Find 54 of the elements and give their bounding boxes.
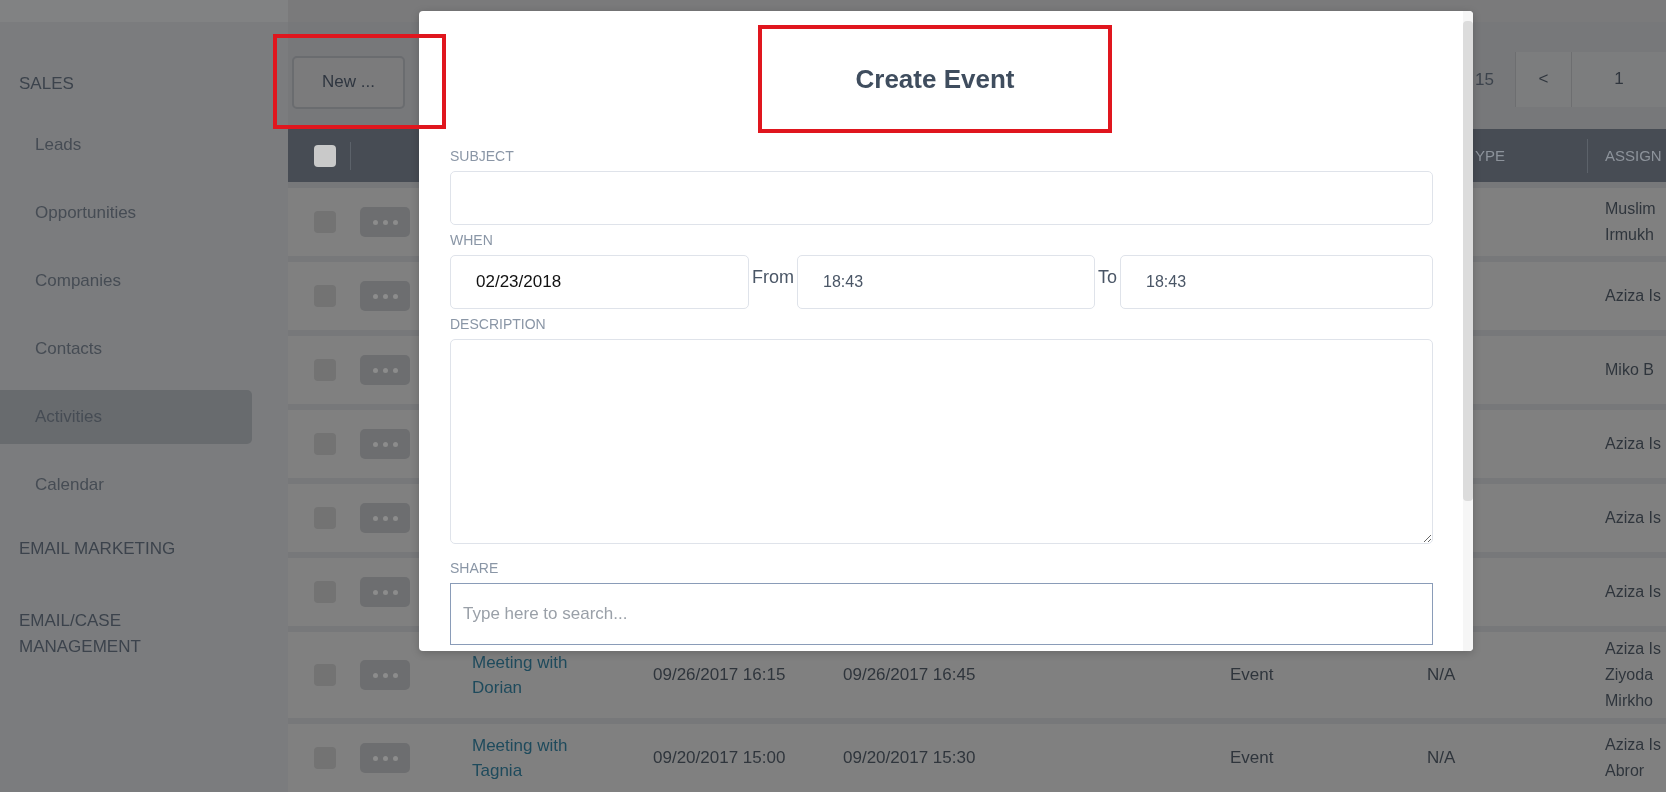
more-button[interactable] [360,281,410,311]
more-button[interactable] [360,355,410,385]
share-search-field[interactable]: Type here to search... [450,583,1433,645]
section-title[interactable]: EMAIL/CASE MANAGEMENT [19,608,209,660]
assignee-name: Aziza Is [1605,286,1662,306]
field-label: SHARE [450,559,500,578]
date-field[interactable]: 02/23/2018 [450,255,749,309]
section-title[interactable]: EMAIL MARKETING [19,536,209,562]
column-header[interactable]: YPE [1475,147,1587,165]
select-all-checkbox[interactable] [314,144,336,167]
subject-link[interactable]: Meeting with Tagnia [472,733,597,783]
page-count: 15 [1475,68,1495,91]
more-button[interactable] [360,743,410,773]
more-button[interactable] [360,577,410,607]
more-button[interactable] [360,660,410,690]
table-cell: 09/20/2017 15:00 [653,748,786,767]
more-button[interactable] [360,503,410,533]
subject-field[interactable] [450,171,1433,225]
assignee-name: Aziza Is [1605,582,1662,602]
table-cell: Event [1230,748,1274,767]
subject-link[interactable]: Meeting with Dorian [472,650,597,700]
table-cell: N/A [1427,748,1456,767]
description-field[interactable] [450,339,1433,544]
dialog-title: Create Event [855,63,1015,95]
assignee-name: Aziza Is [1605,434,1662,454]
table-cell: 09/26/2017 16:15 [653,665,786,684]
assignee-name: Aziza Is [1605,639,1662,659]
column-header[interactable]: ASSIGN [1587,138,1666,173]
assignee-name: Miko B [1605,360,1655,380]
field-label: From [752,266,794,288]
scrollbar[interactable] [1463,11,1473,651]
field-label: WHEN [450,231,494,250]
assignee-name: Abror [1605,761,1646,781]
assignee-name: Aziza Is [1605,735,1662,755]
assignee-name: Muslim [1605,199,1657,219]
assignee-name: Irmukh [1605,225,1655,245]
end-time-field[interactable]: 18:43 [1120,255,1433,309]
assignee-name: Mirkho [1605,691,1654,711]
table-cell: 09/26/2017 16:45 [843,665,976,684]
assignee-name: Aziza Is [1605,508,1662,528]
assignee-name: Ziyoda [1605,665,1655,685]
table-cell: Event [1230,665,1274,684]
page-number-button[interactable]: 1 [1571,51,1666,107]
previous-page-button[interactable]: < [1515,51,1571,107]
field-label: To [1098,266,1117,288]
new-button[interactable]: New ... [292,55,405,109]
section-title[interactable]: SALES [19,71,209,97]
table-cell: 09/20/2017 15:30 [843,748,976,767]
more-button[interactable] [360,207,410,237]
field-label: SUBJECT [450,147,515,166]
more-button[interactable] [360,429,410,459]
field-label: DESCRIPTION [450,315,547,334]
table-cell: N/A [1427,665,1456,684]
start-time-field[interactable]: 18:43 [797,255,1095,309]
